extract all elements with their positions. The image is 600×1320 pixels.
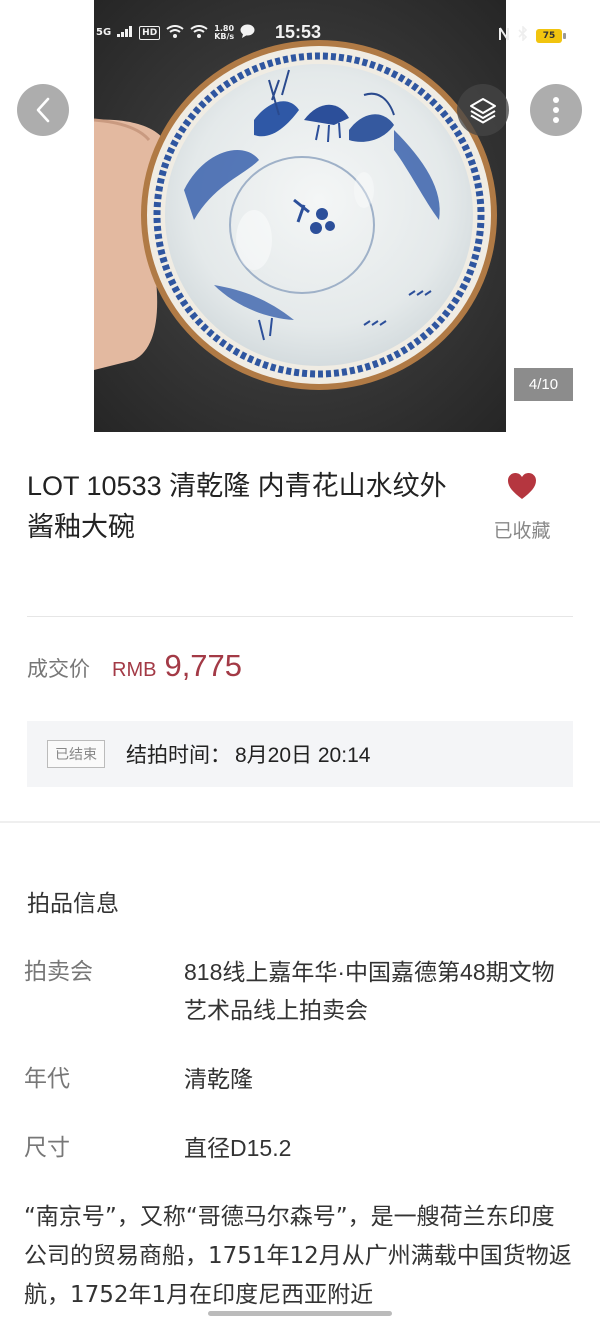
info-section-title: 拍品信息 [27, 891, 119, 917]
nfc-icon [498, 26, 510, 45]
hd-badge: HD [139, 25, 161, 40]
price-currency: RMB [112, 659, 157, 681]
ended-tag: 已结束 [47, 740, 105, 768]
info-row-auction: 拍卖会 818线上嘉年华·中国嘉德第48期文物艺术品线上拍卖会 [24, 953, 576, 1029]
network-indicator: 5G [96, 27, 112, 38]
speed-unit: KB/s [214, 31, 235, 41]
info-key: 尺寸 [24, 1135, 70, 1161]
favorite-label: 已收藏 [493, 520, 551, 542]
back-arrow-icon [36, 97, 50, 123]
end-time-label: 结拍时间： [126, 743, 231, 767]
lot-title: LOT 10533 清乾隆 内青花山水纹外酱釉大碗 [27, 471, 447, 542]
info-key: 年代 [24, 1066, 70, 1092]
info-row-size: 尺寸 直径D15.2 [24, 1129, 576, 1167]
price-value: 9,775 [164, 648, 243, 683]
info-value: 直径D15.2 [184, 1135, 292, 1161]
auction-status-box: 已结束 结拍时间： 8月20日 20:14 [27, 721, 573, 787]
clock: 15:53 [275, 22, 322, 42]
heart-icon [508, 473, 536, 499]
status-bar: 5G HD 1.80 KB/s 15:53 75 [0, 0, 600, 72]
bluetooth-icon [518, 25, 528, 45]
lot-description: “南京号”，又称“哥德马尔森号”，是一艘荷兰东印度公司的贸易商船，1751年12… [24, 1204, 572, 1308]
status-right: 75 [498, 25, 566, 45]
price-label: 成交价 [27, 657, 90, 681]
network-speed: 1.80 KB/s [214, 24, 235, 41]
info-key: 拍卖会 [24, 959, 93, 985]
layers-icon [470, 98, 496, 124]
layers-button[interactable] [457, 84, 509, 136]
hero-gallery[interactable]: 5G HD 1.80 KB/s 15:53 75 4/10 [0, 0, 600, 432]
divider [27, 616, 573, 617]
info-row-era: 年代 清乾隆 [24, 1060, 576, 1098]
wifi-secondary-icon [190, 24, 208, 41]
more-vertical-icon [553, 97, 559, 123]
home-indicator[interactable] [208, 1311, 392, 1316]
gallery-page-indicator: 4/10 [514, 368, 573, 401]
favorite-button[interactable]: 已收藏 [486, 472, 558, 543]
section-divider [0, 821, 600, 823]
wifi-icon [166, 24, 184, 41]
end-time-value: 8月20日 20:14 [235, 744, 371, 767]
more-options-button[interactable] [530, 84, 582, 136]
info-value: 清乾隆 [184, 1066, 253, 1092]
message-icon [240, 24, 255, 41]
price-row: 成交价 RMB 9,775 [27, 648, 242, 688]
back-button[interactable] [17, 84, 69, 136]
battery-icon: 75 [536, 28, 566, 43]
signal-icon [117, 25, 133, 40]
auction-name-link[interactable]: 818线上嘉年华·中国嘉德第48期文物艺术品线上拍卖会 [184, 953, 576, 1029]
status-left: 5G HD 1.80 KB/s [96, 24, 255, 41]
